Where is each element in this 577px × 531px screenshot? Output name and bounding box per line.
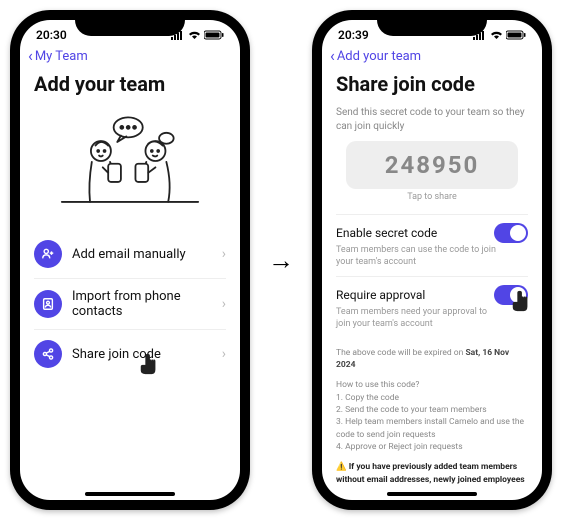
wifi-icon (188, 30, 201, 40)
howto-title: How to use this code? (336, 379, 528, 391)
back-link[interactable]: ‹ My Team (20, 44, 240, 68)
screen-right: 20:39 ‹ Add your team Share join code Se… (322, 20, 542, 500)
join-code[interactable]: 248950 (346, 141, 518, 189)
illustration (34, 106, 226, 216)
chevron-right-icon: › (222, 246, 226, 262)
require-approval-setting: Require approval Team members need your … (336, 276, 528, 338)
team-illustration-icon (55, 111, 205, 211)
setting-desc: Team members need your approval to join … (336, 307, 496, 330)
phone-right: 20:39 ‹ Add your team Share join code Se… (312, 10, 552, 510)
chevron-right-icon: › (222, 346, 226, 362)
signal-icon (473, 30, 487, 40)
battery-icon (204, 30, 224, 40)
option-label: Import from phone contacts (72, 289, 212, 319)
back-label: My Team (35, 49, 88, 64)
chevron-left-icon: ‹ (330, 48, 335, 64)
warning-note: ⚠️ If you have previously added team mem… (336, 461, 528, 486)
status-time: 20:39 (338, 28, 369, 42)
contacts-icon (34, 290, 62, 318)
setting-title: Require approval (336, 288, 425, 302)
tap-to-share-hint: Tap to share (336, 192, 528, 202)
setting-desc: Team members can use the code to join yo… (336, 245, 496, 268)
status-time: 20:30 (36, 28, 67, 42)
howto-step: 1. Copy the code (336, 392, 528, 404)
page-title: Share join code (336, 72, 528, 96)
enable-code-toggle[interactable] (494, 223, 528, 243)
chevron-left-icon: ‹ (28, 48, 33, 64)
battery-icon (506, 30, 526, 40)
howto-step: 3. Help team members install Camelo and … (336, 416, 528, 441)
home-indicator (85, 492, 175, 496)
phone-left: 20:30 ‹ My Team Add your team (10, 10, 250, 510)
chevron-right-icon: › (222, 296, 226, 312)
user-plus-icon (34, 240, 62, 268)
arrow-right-icon: → (268, 245, 294, 276)
expiry-prefix: The above code will be expired on (336, 348, 465, 358)
home-indicator (387, 492, 477, 496)
screen-left: 20:30 ‹ My Team Add your team (20, 20, 240, 500)
page-title: Add your team (34, 72, 226, 96)
import-contacts-option[interactable]: Import from phone contacts › (34, 279, 226, 330)
howto-step: 4. Approve or Reject join requests (336, 441, 528, 453)
share-icon (34, 340, 62, 368)
subtitle: Send this secret code to your team so th… (336, 106, 528, 133)
enable-code-setting: Enable secret code Team members can use … (336, 214, 528, 276)
content-left: Add your team (20, 68, 240, 486)
content-right: Share join code Send this secret code to… (322, 68, 542, 486)
pointer-cursor-icon (510, 289, 532, 313)
status-icons (171, 30, 224, 40)
signal-icon (171, 30, 185, 40)
pointer-cursor-icon (138, 352, 160, 376)
back-label: Add your team (337, 49, 421, 64)
back-link[interactable]: ‹ Add your team (322, 44, 542, 68)
options-list: Add email manually › Import from phone c… (34, 230, 226, 378)
expiry-note: The above code will be expired on Sat, 1… (336, 347, 528, 372)
howto-step: 2. Send the code to your team members (336, 404, 528, 416)
share-code-option[interactable]: Share join code › (34, 330, 226, 378)
howto-block: How to use this code? 1. Copy the code 2… (336, 379, 528, 453)
status-bar: 20:39 (322, 20, 542, 44)
add-email-option[interactable]: Add email manually › (34, 230, 226, 279)
option-label: Add email manually (72, 247, 212, 262)
status-icons (473, 30, 526, 40)
setting-title: Enable secret code (336, 226, 437, 240)
wifi-icon (490, 30, 503, 40)
status-bar: 20:30 (20, 20, 240, 44)
